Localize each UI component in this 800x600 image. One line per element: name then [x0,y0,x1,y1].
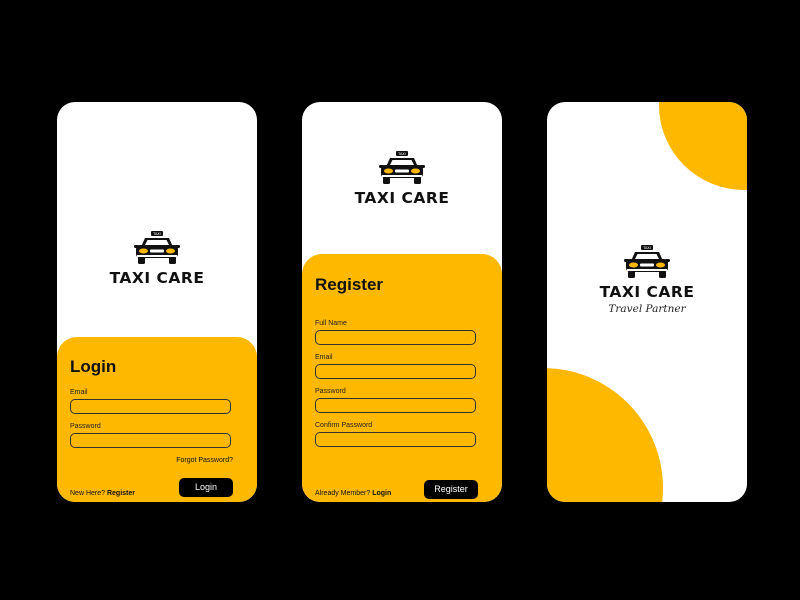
brand-name: TAXI CARE [599,283,695,301]
login-screen: TAXI TAXI CARE Login Email Password Forg… [57,102,257,502]
email-label: Email [315,354,333,361]
password-label: Password [315,388,346,395]
email-label: Email [70,389,88,396]
splash-screen: TAXI TAXI CARE Travel Partner [547,102,747,502]
taxi-car-icon: TAXI [379,151,425,184]
already-member-text: Already Member? Login [315,490,391,497]
brand-logo: TAXI TAXI CARE [57,230,257,287]
decorative-circle-bottom [547,368,663,502]
register-panel: Register Full Name Email Password Confir… [302,254,502,502]
brand-tagline: Travel Partner [608,303,686,315]
new-here-prefix: New Here? [70,490,106,497]
fullname-field[interactable] [315,330,476,345]
fullname-label: Full Name [315,320,347,327]
brand-logo: TAXI TAXI CARE Travel Partner [547,244,747,315]
password-field[interactable] [70,433,231,448]
register-link[interactable]: Register [107,490,135,497]
password-field[interactable] [315,398,476,413]
brand-logo: TAXI TAXI CARE [302,150,502,207]
taxi-sign-label: TAXI [642,246,651,250]
decorative-circle-top [659,102,747,190]
taxi-sign-label: TAXI [397,152,406,156]
taxi-car-icon: TAXI [134,231,180,264]
login-link[interactable]: Login [372,490,391,497]
login-panel: Login Email Password Forgot Password? Ne… [57,337,257,502]
taxi-sign-label: TAXI [152,232,161,236]
brand-name: TAXI CARE [354,189,450,207]
new-here-text: New Here? Register [70,490,135,497]
register-title: Register [315,275,384,294]
brand-name: TAXI CARE [109,269,205,287]
register-button[interactable]: Register [424,480,478,499]
email-field[interactable] [70,399,231,414]
email-field[interactable] [315,364,476,379]
password-label: Password [70,423,101,430]
confirm-password-label: Confirm Password [315,422,373,429]
taxi-car-icon: TAXI [624,245,670,278]
register-screen: TAXI TAXI CARE Register Full Name Email … [302,102,502,502]
login-button[interactable]: Login [179,478,233,497]
confirm-password-field[interactable] [315,432,476,447]
login-title: Login [70,357,117,376]
forgot-password-link[interactable]: Forgot Password? [176,457,233,464]
already-member-prefix: Already Member? [315,490,371,497]
